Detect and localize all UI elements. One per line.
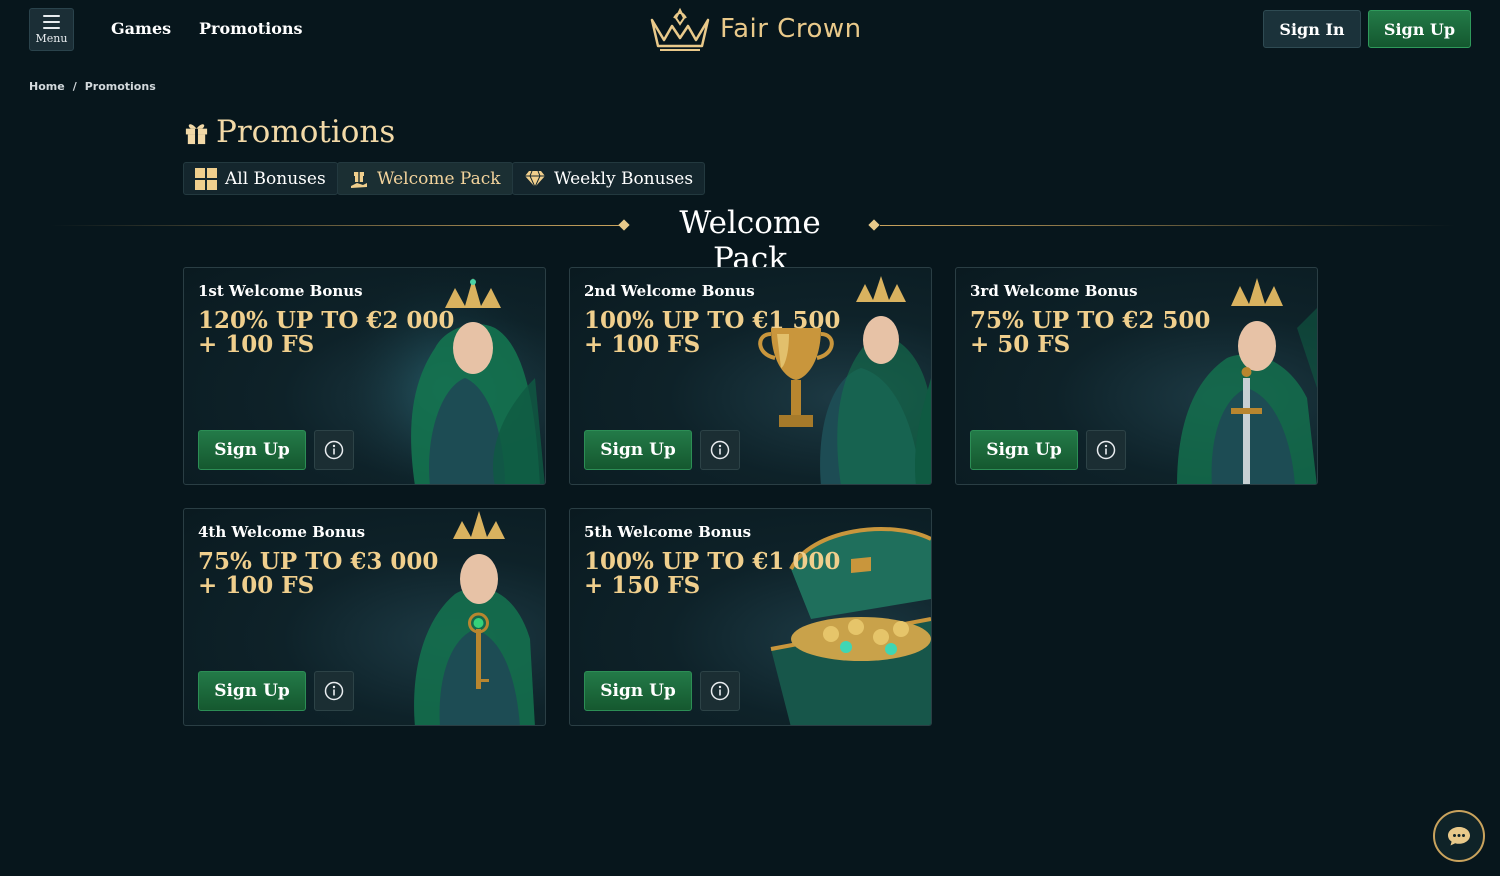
- card-title: 3rd Welcome Bonus: [970, 282, 1138, 300]
- breadcrumb-separator: /: [72, 80, 77, 93]
- sign-in-button[interactable]: Sign In: [1263, 10, 1361, 48]
- info-icon: [710, 440, 730, 460]
- tab-welcome-pack[interactable]: Welcome Pack: [337, 162, 513, 195]
- card-free-spins: + 100 FS: [198, 572, 315, 599]
- gift-hand-icon: [351, 171, 367, 188]
- card-title: 4th Welcome Bonus: [198, 523, 366, 541]
- breadcrumb-current: Promotions: [84, 80, 156, 93]
- info-icon: [324, 440, 344, 460]
- bonus-card: 5th Welcome Bonus 100% UP TO €1 000 + 15…: [569, 508, 932, 726]
- card-amount: 100% UP TO €1 000: [584, 548, 841, 575]
- card-free-spins: + 100 FS: [584, 331, 701, 358]
- diamond-icon: [525, 170, 545, 188]
- bonus-card: 2nd Welcome Bonus 100% UP TO €1 500 + 10…: [569, 267, 932, 485]
- elf-queen-sword-icon: [1177, 278, 1317, 484]
- bonus-card: 1st Welcome Bonus 120% UP TO €2 000 + 10…: [183, 267, 546, 485]
- card-title: 2nd Welcome Bonus: [584, 282, 755, 300]
- tab-label: Weekly Bonuses: [554, 168, 694, 189]
- divider-diamond-icon: [868, 219, 880, 231]
- page-title: Promotions: [183, 114, 395, 150]
- card-info-button[interactable]: [1086, 430, 1126, 470]
- bonus-card: 4th Welcome Bonus 75% UP TO €3 000 + 100…: [183, 508, 546, 726]
- tab-weekly-bonuses[interactable]: Weekly Bonuses: [512, 162, 706, 195]
- card-sign-up-button[interactable]: Sign Up: [584, 671, 692, 711]
- nav-promotions-link[interactable]: Promotions: [199, 19, 303, 38]
- info-icon: [710, 681, 730, 701]
- logo-text: Fair Crown: [720, 14, 862, 44]
- section-divider-right: [880, 225, 1455, 226]
- card-amount: 75% UP TO €2 500: [970, 307, 1211, 334]
- tab-label: All Bonuses: [225, 168, 326, 189]
- card-info-button[interactable]: [314, 430, 354, 470]
- card-free-spins: + 100 FS: [198, 331, 315, 358]
- tab-label: Welcome Pack: [377, 168, 501, 189]
- card-info-button[interactable]: [314, 671, 354, 711]
- section-divider-left: [50, 225, 620, 226]
- grid-icon: [195, 167, 217, 190]
- tab-all-bonuses[interactable]: All Bonuses: [183, 162, 338, 195]
- elf-queen-trophy-icon: [758, 276, 931, 484]
- card-amount: 100% UP TO €1 500: [584, 307, 841, 334]
- card-amount: 120% UP TO €2 000: [198, 307, 455, 334]
- menu-label: Menu: [35, 31, 68, 45]
- card-free-spins: + 150 FS: [584, 572, 701, 599]
- logo[interactable]: Fair Crown: [648, 6, 862, 52]
- card-free-spins: + 50 FS: [970, 331, 1071, 358]
- breadcrumb: Home / Promotions: [29, 80, 156, 93]
- gift-icon: [185, 123, 208, 144]
- card-info-button[interactable]: [700, 430, 740, 470]
- breadcrumb-home-link[interactable]: Home: [29, 80, 65, 93]
- card-sign-up-button[interactable]: Sign Up: [584, 430, 692, 470]
- nav-games-link[interactable]: Games: [111, 19, 171, 38]
- card-amount: 75% UP TO €3 000: [198, 548, 439, 575]
- elf-queen-icon: [345, 268, 545, 484]
- divider-diamond-icon: [618, 219, 630, 231]
- card-sign-up-button[interactable]: Sign Up: [970, 430, 1078, 470]
- chat-bubble-icon: [1448, 827, 1470, 846]
- chat-button[interactable]: [1433, 810, 1485, 862]
- card-sign-up-button[interactable]: Sign Up: [198, 430, 306, 470]
- sign-up-button[interactable]: Sign Up: [1368, 10, 1471, 48]
- promotions-page: Menu Games Promotions Fair Crown Sign In…: [0, 0, 1500, 876]
- page-title-text: Promotions: [216, 114, 396, 150]
- info-icon: [324, 681, 344, 701]
- crown-logo-icon: [650, 7, 710, 51]
- info-icon: [1096, 440, 1116, 460]
- card-sign-up-button[interactable]: Sign Up: [198, 671, 306, 711]
- bonus-card: 3rd Welcome Bonus 75% UP TO €2 500 + 50 …: [955, 267, 1318, 485]
- card-info-button[interactable]: [700, 671, 740, 711]
- elf-queen-key-icon: [414, 511, 535, 725]
- card-title: 5th Welcome Bonus: [584, 523, 752, 541]
- treasure-chest-icon: [770, 527, 931, 725]
- menu-button[interactable]: Menu: [29, 8, 74, 51]
- card-title: 1st Welcome Bonus: [198, 282, 363, 300]
- hamburger-icon: [43, 14, 60, 29]
